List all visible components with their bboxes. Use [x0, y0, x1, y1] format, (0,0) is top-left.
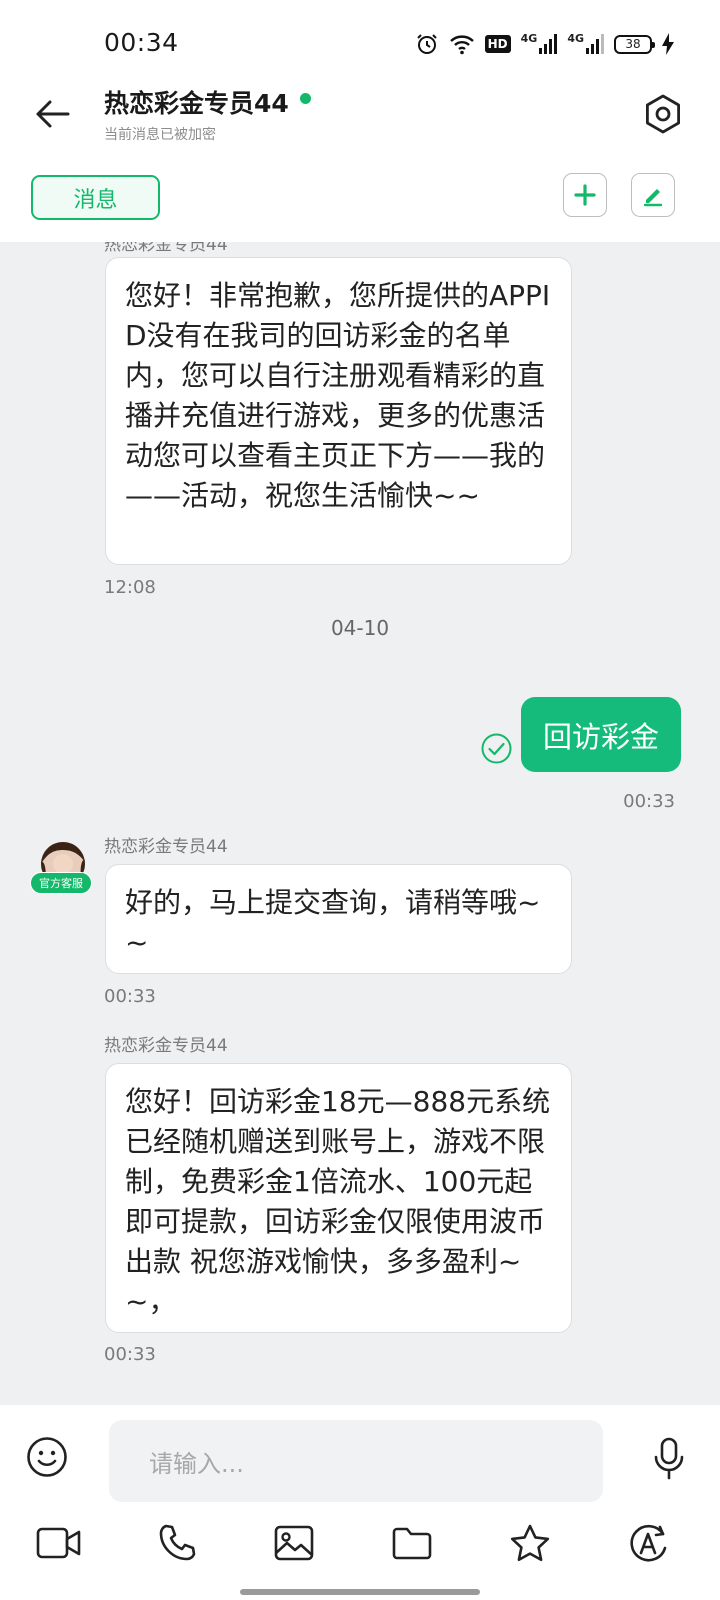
message-timestamp: 00:33 — [104, 986, 156, 1007]
message-sender-name: 热恋彩金专员44 — [104, 1036, 228, 1056]
message-input[interactable]: 请输入... — [109, 1420, 603, 1502]
outgoing-message-bubble[interactable]: 回访彩金 — [521, 697, 681, 772]
back-arrow-icon[interactable] — [30, 92, 74, 136]
tab-messages[interactable]: 消息 — [31, 175, 160, 220]
battery-icon: 38 — [614, 34, 655, 54]
add-button[interactable] — [563, 173, 607, 217]
favorite-button[interactable] — [506, 1519, 554, 1567]
plus-icon — [574, 184, 596, 206]
file-button[interactable] — [388, 1519, 436, 1567]
signal-4g-label: 4G — [520, 32, 538, 45]
charging-icon — [662, 33, 674, 55]
edit-button[interactable] — [631, 173, 675, 217]
contact-name[interactable]: 热恋彩金专员44 — [104, 84, 289, 120]
message-sender-name: 热恋彩金专员44 — [104, 242, 228, 255]
phone-icon — [159, 1524, 196, 1561]
status-time: 00:34 — [104, 28, 179, 57]
video-camera-icon — [36, 1527, 81, 1559]
chat-message-list[interactable]: 热恋彩金专员44 您好！非常抱歉，您所提供的APPID没有在我司的回访彩金的名单… — [0, 242, 720, 1405]
message-input-bar: 请输入... — [0, 1405, 720, 1505]
sent-check-icon — [481, 733, 512, 764]
signal-4g-icon-2: 4G — [567, 32, 604, 54]
folder-icon — [392, 1527, 432, 1560]
video-call-button[interactable] — [35, 1519, 83, 1567]
pencil-icon — [643, 189, 663, 207]
battery-level: 38 — [625, 37, 641, 51]
encryption-notice: 当前消息已被加密 — [104, 127, 216, 143]
chat-toolbar: 消息 — [0, 164, 720, 242]
signal-4g-label: 4G — [567, 32, 584, 45]
voice-call-button[interactable] — [153, 1519, 201, 1567]
message-timestamp: 00:33 — [104, 1344, 156, 1365]
microphone-icon[interactable] — [652, 1437, 686, 1481]
translate-button[interactable] — [624, 1519, 672, 1567]
translate-icon — [630, 1524, 667, 1562]
star-icon — [510, 1524, 550, 1562]
home-indicator[interactable] — [240, 1589, 480, 1595]
online-status-dot — [300, 93, 311, 104]
image-button[interactable] — [270, 1519, 318, 1567]
emoji-icon[interactable] — [26, 1436, 68, 1478]
chat-header: 热恋彩金专员44 当前消息已被加密 — [0, 84, 720, 164]
message-timestamp: 00:33 — [623, 791, 675, 812]
message-timestamp: 12:08 — [104, 577, 156, 598]
incoming-message-bubble[interactable]: 您好！回访彩金18元—888元系统已经随机赠送到账号上，游戏不限制，免费彩金1倍… — [105, 1063, 572, 1333]
official-service-badge: 官方客服 — [30, 872, 92, 894]
signal-4g-icon-1: 4G — [520, 32, 558, 54]
image-icon — [274, 1525, 314, 1561]
hd-voice-icon: HD — [484, 35, 511, 53]
message-sender-name: 热恋彩金专员44 — [104, 837, 228, 857]
wifi-icon — [449, 35, 474, 55]
incoming-message-bubble[interactable]: 您好！非常抱歉，您所提供的APPID没有在我司的回访彩金的名单内，您可以自行注册… — [105, 257, 572, 565]
settings-icon[interactable] — [640, 91, 686, 137]
agent-avatar[interactable]: 官方客服 — [30, 842, 94, 898]
status-icons: HD 4G 4G 38 — [415, 32, 674, 56]
date-separator: 04-10 — [330, 616, 390, 640]
status-bar: 00:34 HD 4G 4G 38 — [0, 0, 720, 84]
alarm-icon — [416, 34, 437, 54]
bottom-action-bar — [0, 1505, 720, 1600]
incoming-message-bubble[interactable]: 好的，马上提交查询，请稍等哦~~ — [105, 864, 572, 974]
